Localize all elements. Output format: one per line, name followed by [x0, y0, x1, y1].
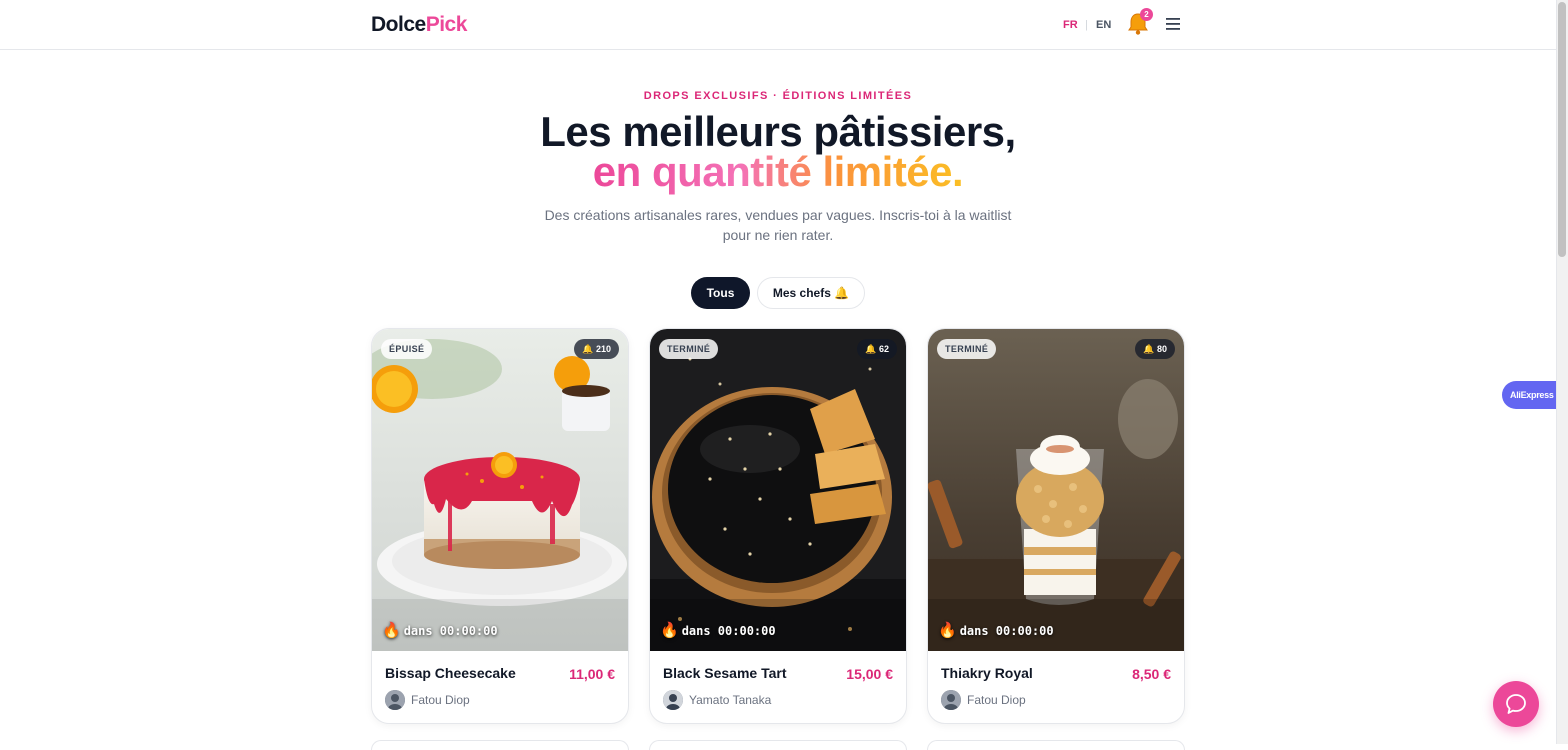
filter-my-chefs-button[interactable]: Mes chefs 🔔 — [757, 277, 865, 309]
lang-separator: | — [1085, 19, 1088, 31]
logo-part2: Pick — [425, 13, 468, 36]
chat-bubble-icon — [1506, 694, 1526, 714]
status-badge: TERMINÉ — [659, 339, 719, 359]
filter-all-button[interactable]: Tous — [691, 277, 750, 309]
waitlist-count-badge: 🔔 62 — [857, 339, 897, 359]
hero-subtitle: Des créations artisanales rares, vendues… — [544, 207, 1012, 243]
countdown-text: dans 00:00:00 — [959, 624, 1054, 638]
chef-name[interactable]: Yamato Tanaka — [689, 693, 771, 707]
chef-name[interactable]: Fatou Diop — [967, 693, 1026, 707]
countdown-text: dans 00:00:00 — [403, 624, 498, 638]
product-card[interactable] — [371, 740, 629, 750]
product-card[interactable]: TERMINÉ 🔔 80 🔥 dans 00:00:00 Thiakry Roya… — [927, 328, 1185, 724]
hero-title-gradient: en quantité limitée. — [592, 148, 964, 195]
product-card[interactable] — [927, 740, 1185, 750]
top-bar: DolcePick FR | EN 2 — [0, 0, 1556, 50]
avatar[interactable] — [663, 690, 683, 710]
menu-icon[interactable] — [1165, 17, 1181, 31]
avatar[interactable] — [385, 690, 405, 710]
waitlist-count-badge: 🔔 80 — [1135, 339, 1175, 359]
product-image-sesame-tart — [650, 329, 906, 651]
product-price: 15,00 € — [846, 666, 893, 682]
scrollbar-thumb[interactable] — [1558, 2, 1566, 257]
status-badge: TERMINÉ — [937, 339, 997, 359]
chef-name[interactable]: Fatou Diop — [411, 693, 470, 707]
notification-badge: 2 — [1140, 8, 1153, 21]
lang-fr-button[interactable]: FR — [1063, 19, 1078, 31]
product-card[interactable] — [649, 740, 907, 750]
countdown-timer: 🔥 dans 00:00:00 — [382, 621, 498, 639]
product-price: 11,00 € — [569, 666, 615, 682]
product-card[interactable]: ÉPUISÉ 🔔 210 🔥 dans 00:00:00 Bissap Chees… — [371, 328, 629, 724]
hero-title-line2: en quantité limitée. — [0, 150, 1556, 194]
lang-en-button[interactable]: EN — [1096, 19, 1111, 31]
product-card[interactable]: TERMINÉ 🔔 62 🔥 dans 00:00:00 Black Sesame… — [649, 328, 907, 724]
fire-icon: 🔥 — [660, 621, 679, 639]
product-image-cheesecake — [372, 329, 628, 651]
countdown-text: dans 00:00:00 — [681, 624, 776, 638]
fire-icon: 🔥 — [938, 621, 957, 639]
chat-button[interactable] — [1493, 681, 1539, 727]
logo[interactable]: DolcePick — [371, 13, 467, 37]
status-badge: ÉPUISÉ — [381, 339, 433, 359]
hero-eyebrow: DROPS EXCLUSIFS · ÉDITIONS LIMITÉES — [643, 90, 913, 102]
product-image-thiakry — [928, 329, 1184, 651]
page-scrollbar[interactable] — [1556, 0, 1568, 744]
aliexpress-widget[interactable]: AliExpress — [1502, 381, 1556, 409]
product-name[interactable]: Thiakry Royal — [941, 665, 1033, 681]
avatar[interactable] — [941, 690, 961, 710]
countdown-timer: 🔥 dans 00:00:00 — [938, 621, 1054, 639]
logo-part1: Dolce — [371, 13, 426, 36]
countdown-timer: 🔥 dans 00:00:00 — [660, 621, 776, 639]
product-name[interactable]: Bissap Cheesecake — [385, 665, 516, 681]
product-name[interactable]: Black Sesame Tart — [663, 665, 786, 681]
fire-icon: 🔥 — [382, 621, 401, 639]
waitlist-count-badge: 🔔 210 — [574, 339, 619, 359]
product-price: 8,50 € — [1132, 666, 1171, 682]
